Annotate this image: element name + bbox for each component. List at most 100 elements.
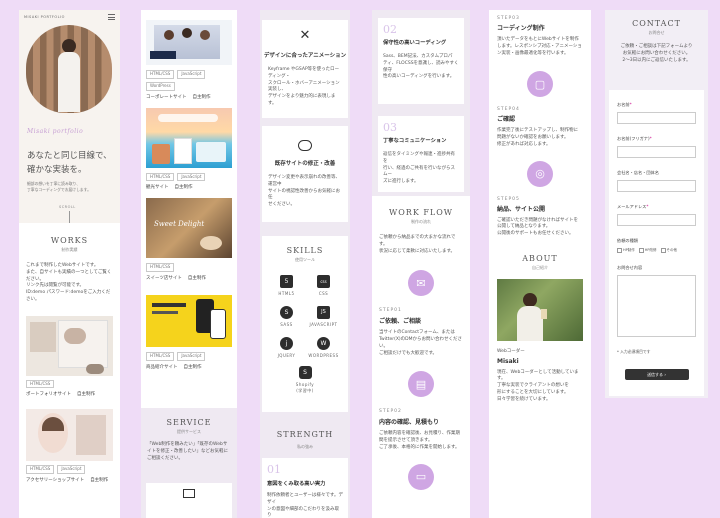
contact-text: ご依頼・ご相談は下記フォームより [620, 44, 693, 49]
work-thumbnail[interactable] [26, 315, 113, 376]
work-item[interactable]: HTML/CSS JavaScript アクセサリーショップサイト 自主制作 [19, 397, 120, 483]
submit-button[interactable]: 送信する › [624, 368, 689, 380]
step-title: ご確認 [497, 116, 516, 124]
work-tags: HTML/CSS [146, 263, 232, 273]
works-title: WORKS [50, 236, 89, 245]
column-contact: CONTACT お問合せ ご依頼・ご相談は下記フォームより お気軽にお問い合わせ… [605, 10, 708, 398]
work-tags: HTML/CSS JavaScript [146, 352, 232, 361]
step-label: STEP04 [497, 107, 520, 113]
work-item[interactable]: Sweet Delight HTML/CSS スイーツ店サイト 自主制作 [141, 190, 237, 281]
hero-text-line2: 丁寧なコーディングでお届けします。 [27, 187, 91, 192]
work-name: スイーツ店サイト [146, 276, 182, 282]
name-input[interactable] [617, 112, 696, 124]
work-item[interactable]: HTML/CSS JavaScript 商品紹介サイト 自主制作 [141, 281, 237, 370]
tag: HTML/CSS [146, 70, 175, 79]
work-type: 自主制作 [192, 94, 211, 100]
skill-name: SASS [280, 322, 293, 327]
work-tags: HTML/CSS [26, 379, 113, 389]
work-caption: アクセサリーショップサイト 自主制作 [26, 477, 113, 483]
field-label-email: メールアドレス* [617, 204, 649, 209]
work-thumbnail[interactable] [146, 107, 232, 168]
about-title: ABOUT [522, 253, 558, 263]
step-text: ご相談だけでも大歓迎です。 [379, 350, 438, 356]
tag: HTML/CSS [146, 172, 175, 182]
field-label-message: お問合せ内容 [617, 265, 643, 270]
strength-title: STRENGTH [276, 430, 334, 439]
works-text: ID:demo パスワード:demoをご入力ください。 [26, 290, 111, 302]
skill-name: JQUERY [277, 353, 296, 358]
work-item[interactable]: HTML/CSS JavaScript 観光サイト 自主制作 [141, 100, 237, 191]
contact-text: お気軽にお問い合わせください。 [622, 50, 691, 56]
strength-text: ズに進行します。 [383, 179, 419, 184]
kana-input[interactable] [617, 146, 696, 158]
javascript-icon: JS [317, 306, 330, 319]
work-caption: 商品紹介サイト 自主制作 [146, 364, 232, 370]
shopify-icon: S [298, 366, 312, 379]
step-text: 問題がないか確認をお願いします。 [497, 135, 569, 140]
skill-name: HTML5 [278, 291, 295, 296]
strength-text: 返信をタイミングや報連・進捗共有を [383, 152, 455, 164]
works-text: また、自サイトも実績の一つとしてご覧ください。 [26, 269, 112, 282]
site-logo[interactable]: MISAKI PORTFOLIO [24, 15, 65, 19]
sass-icon: S [280, 306, 293, 319]
card-text: せください。 [268, 202, 295, 207]
skill-item: JS JAVASCRIPT [305, 306, 342, 327]
about-name: Misaki [497, 357, 519, 365]
step-label: STEP03 [497, 16, 520, 21]
works-text: これまで制作したWebサイトです。 [26, 263, 99, 268]
card-title: 既存サイトの修正・改善 [274, 161, 336, 167]
step-text: Twitter(X)のDMからお問い合わせください。 [379, 337, 463, 349]
work-thumbnail[interactable] [146, 289, 232, 348]
hero-section: MISAKI PORTFOLIO Misaki portfolio あなたと同じ… [19, 10, 120, 223]
skills-section: SKILLS 使用ツール 5 HTML5 css CSS S SASS JS JAVAS… [262, 236, 348, 412]
laptop-icon: ▭ [408, 463, 434, 490]
tag: WordPress [146, 81, 175, 91]
checkbox-hp-create[interactable]: HP制作 [617, 248, 635, 253]
service-card-fix: 既存サイトの修正・改善 デザイン変更や表示崩れの改善等、運営中 サイトの視認性改… [262, 126, 348, 222]
work-thumbnail[interactable] [146, 15, 232, 65]
hero-title-line2: 確かな実装を。 [27, 165, 87, 175]
work-type: 自主制作 [174, 185, 193, 191]
work-thumbnail[interactable] [26, 409, 113, 462]
card-title: デザインに合ったアニメーション [263, 53, 347, 59]
step-title: ご依頼、ご相談 [379, 318, 422, 326]
work-tags: HTML/CSS JavaScript WordPress [146, 70, 232, 91]
skill-item: 5 HTML5 [268, 275, 305, 296]
strength-text: Sass、BEM記法、カスタムプロパ [383, 54, 453, 59]
service-section: SERVICE 提供サービス 「Web制作を頼みたい」「既存のWebサ イトを修… [141, 408, 237, 518]
strength-card-1: 01 意図をくみ取る高い実力 制作依頼者とユーザーは様々です。デザイ ンの意図や… [262, 458, 348, 518]
scroll-indicator[interactable]: SCROLL [59, 205, 76, 209]
skill-item-shopify: S Shopify (学習中) [262, 366, 348, 394]
about-photo [497, 278, 583, 341]
work-thumbnail[interactable]: Sweet Delight [146, 198, 232, 259]
about-text: 日々学習を続けています。 [497, 396, 551, 402]
company-input[interactable] [617, 180, 696, 192]
checkbox-hp-fix[interactable]: HP改修 [638, 248, 657, 253]
html5-icon: 5 [280, 275, 293, 288]
about-role: Webコーダー [497, 348, 525, 354]
strength-card-3: 03 丁寧なコミュニケーション 返信をタイミングや報連・進捗共有を 行い、経過の… [378, 116, 464, 192]
hamburger-icon[interactable] [108, 14, 115, 20]
work-item[interactable]: HTML/CSS JavaScript WordPress コーポレートサイト自… [141, 10, 237, 100]
service-title: SERVICE [166, 418, 212, 427]
field-label-company: 会社名・店名・団体名 [617, 170, 659, 175]
strength-number: 01 [267, 463, 281, 476]
step-text: 公開後のサポートもお任せください。 [497, 231, 574, 236]
step-text: 作業完了後にテストアップし、制作物に [497, 128, 578, 134]
checkbox-other[interactable]: その他 [660, 248, 677, 253]
message-textarea[interactable] [617, 275, 696, 337]
step-text: します。レスポンシブ対応・アニメーショ [497, 43, 582, 49]
tag: JavaScript [177, 172, 206, 182]
strength-number: 03 [383, 121, 397, 134]
skill-item: css CSS [305, 275, 342, 296]
tag: HTML/CSS [26, 379, 55, 389]
work-type: 自主制作 [90, 478, 109, 484]
field-label-purpose: 依頼の種類 [617, 238, 638, 243]
service-card-animation: ✕ デザインに合ったアニメーション Keyframe やGSAP等を使ったローデ… [262, 20, 348, 118]
step-text: 公開して納品となります。 [497, 224, 551, 230]
card-text: Keyframe やGSAP等を使ったローディング・ [268, 67, 340, 79]
work-item[interactable]: HTML/CSS ポートフォリオサイト 自主制作 [19, 304, 120, 397]
workflow-text: ご依頼から納品までの大まかな流れです。 [379, 235, 456, 247]
email-input[interactable] [617, 214, 696, 226]
strength-number: 02 [383, 23, 397, 36]
